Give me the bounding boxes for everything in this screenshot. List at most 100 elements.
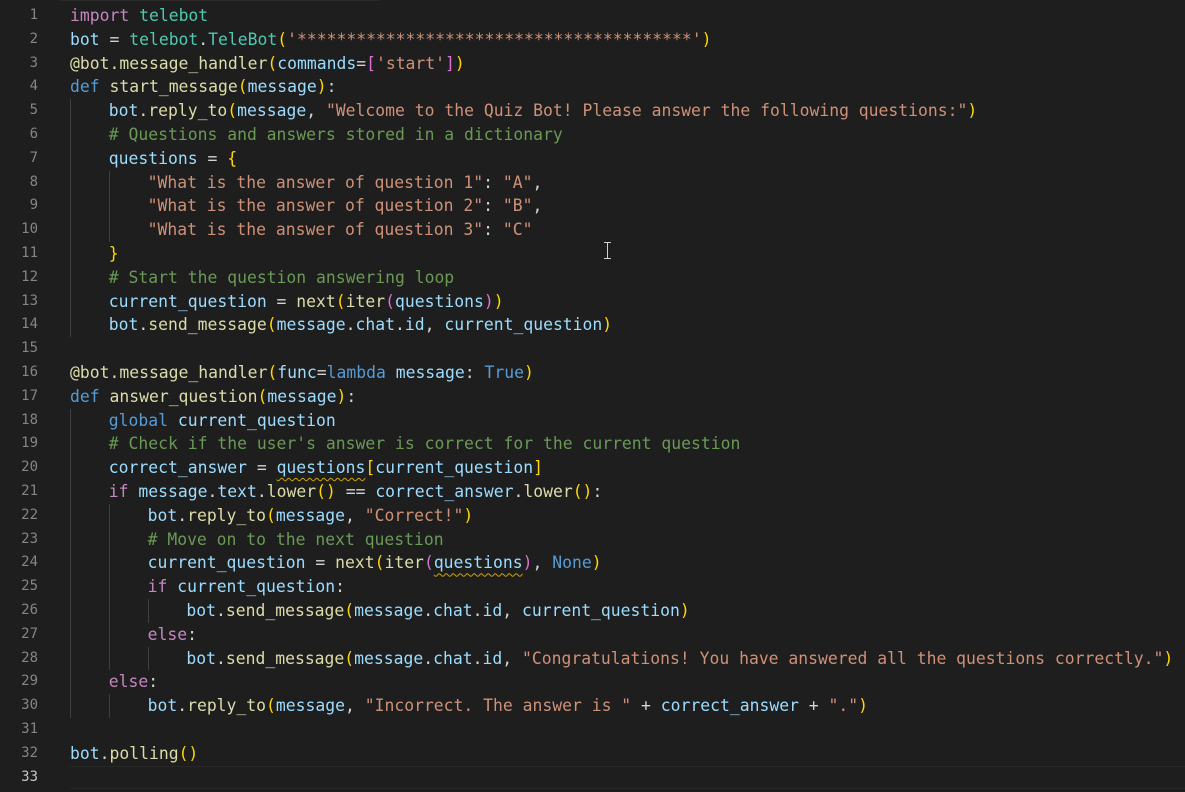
code-line[interactable]: 25 if current_question: — [0, 575, 1185, 599]
code-text[interactable]: # Move on to the next question — [148, 528, 444, 552]
code-text[interactable]: bot.send_message(message.chat.id, "Congr… — [186, 647, 1173, 671]
code-token: TeleBot — [208, 29, 278, 49]
code-line[interactable]: 6 # Questions and answers stored in a dic… — [0, 123, 1185, 147]
code-text[interactable]: @bot.message_handler(commands=['start']) — [70, 52, 465, 76]
indent-guide — [70, 218, 71, 242]
code-line[interactable]: 16 @bot.message_handler(func=lambda messa… — [0, 361, 1185, 385]
code-line[interactable]: 32 bot.polling() — [0, 742, 1185, 766]
code-line[interactable]: 2 bot = telebot.TeleBot('****************… — [0, 28, 1185, 52]
code-line[interactable]: 27 else: — [0, 622, 1185, 647]
code-line[interactable]: 7 questions = { — [0, 146, 1185, 171]
code-text[interactable]: bot.send_message(message.chat.id, curren… — [186, 599, 689, 623]
code-line[interactable]: 1 import telebot — [0, 4, 1185, 28]
code-token: , — [344, 505, 365, 525]
code-token: : — [148, 672, 159, 692]
code-token: ( — [266, 315, 277, 335]
code-line[interactable]: 3 @bot.message_handler(commands=['start']… — [0, 52, 1185, 76]
code-text[interactable]: # Start the question answering loop — [109, 266, 454, 290]
code-line[interactable]: 29 else: — [0, 670, 1185, 695]
code-token: ( — [266, 505, 276, 525]
code-line[interactable]: 14 bot.send_message(message.chat.id, curr… — [0, 313, 1185, 338]
code-line[interactable]: 30 bot.reply_to(message, "Incorrect. The … — [0, 694, 1185, 718]
code-line[interactable]: 26 bot.send_message(message.chat.id, curr… — [0, 599, 1185, 623]
code-line[interactable]: 4 def start_message(message): — [0, 75, 1185, 99]
code-text[interactable]: @bot.message_handler(func=lambda message… — [70, 361, 534, 385]
code-line[interactable]: 33 — [0, 765, 1185, 790]
code-text[interactable]: "What is the answer of question 1": "A", — [148, 171, 543, 195]
code-text[interactable]: "What is the answer of question 3": "C" — [148, 218, 533, 242]
code-text[interactable]: # Questions and answers stored in a dict… — [109, 123, 563, 147]
code-line[interactable]: 21 if message.text.lower() == correct_ans… — [0, 480, 1185, 504]
code-token: . — [256, 482, 267, 501]
code-token: '***************************************… — [287, 29, 702, 49]
code-token: ( — [267, 53, 278, 73]
code-line[interactable]: 10 "What is the answer of question 3": "C… — [0, 218, 1185, 242]
code-line[interactable]: 31 — [0, 718, 1185, 742]
code-line[interactable]: 8 "What is the answer of question 1": "A"… — [0, 170, 1185, 195]
code-line[interactable]: 18 global current_question — [0, 408, 1185, 433]
code-line[interactable]: 15 — [0, 337, 1185, 361]
code-text[interactable]: bot.send_message(message.chat.id, curren… — [109, 313, 612, 337]
code-line[interactable]: 22 bot.reply_to(message, "Correct!") — [0, 503, 1185, 528]
code-text[interactable]: current_question = next(iter(questions),… — [148, 551, 602, 575]
code-line[interactable]: 9 "What is the answer of question 2": "B"… — [0, 194, 1185, 219]
code-token: next — [335, 553, 375, 573]
code-token: lower — [266, 482, 317, 501]
code-text[interactable]: current_question = next(iter(questions)) — [109, 290, 504, 314]
code-token: lambda — [326, 363, 386, 382]
line-number: 10 — [21, 221, 38, 238]
code-text[interactable]: bot.reply_to(message, "Correct!") — [148, 504, 474, 528]
code-text[interactable]: } — [109, 242, 119, 266]
indent-guide — [108, 622, 110, 647]
indent-guide — [70, 242, 71, 266]
code-token: iter — [345, 291, 386, 311]
code-text[interactable]: import telebot — [70, 4, 208, 28]
code-line[interactable]: 23 # Move on to the next question — [0, 527, 1185, 552]
code-line[interactable]: 20 correct_answer = questions[current_que… — [0, 456, 1185, 480]
code-text[interactable]: bot.polling() — [70, 742, 198, 766]
code-text[interactable]: # Check if the user's answer is correct … — [109, 432, 741, 456]
code-text[interactable]: bot = telebot.TeleBot('*****************… — [70, 28, 711, 52]
code-text[interactable]: correct_answer = questions[current_quest… — [109, 456, 543, 480]
code-token: ( — [374, 553, 385, 573]
ibeam-cursor-icon — [603, 241, 613, 259]
code-text[interactable]: bot.reply_to(message, "Welcome to the Qu… — [109, 99, 977, 123]
code-token: () — [316, 482, 336, 501]
code-line[interactable]: 12 # Start the question answering loop — [0, 265, 1185, 290]
code-line[interactable]: 13 current_question = next(iter(questions… — [0, 289, 1185, 314]
code-text[interactable]: else: — [148, 623, 197, 647]
code-token: ( — [344, 648, 355, 668]
code-token: + — [631, 696, 661, 716]
code-token: "What is the answer of question 2" — [147, 196, 484, 216]
code-token: ) — [336, 386, 347, 406]
code-token: questions — [108, 148, 198, 168]
code-token: = — [99, 29, 130, 49]
code-line[interactable]: 24 current_question = next(iter(questions… — [0, 551, 1185, 576]
code-token: ( — [385, 291, 396, 311]
code-editor[interactable]: 1 import telebot 2 bot = telebot.TeleBot('*… — [0, 0, 1185, 792]
code-token: ( — [267, 363, 278, 382]
line-number: 31 — [21, 721, 38, 737]
code-token: reply_to — [148, 101, 228, 121]
code-text[interactable]: if current_question: — [148, 575, 345, 599]
code-text[interactable]: if message.text.lower() == correct_answe… — [109, 480, 603, 504]
code-token: "Correct!" — [364, 505, 464, 525]
code-line[interactable]: 17 def answer_question(message): — [0, 385, 1185, 409]
code-line[interactable]: 19 # Check if the user's answer is correc… — [0, 432, 1185, 457]
code-text[interactable]: "What is the answer of question 2": "B", — [148, 194, 543, 218]
code-line[interactable]: 28 bot.send_message(message.chat.id, "Con… — [0, 646, 1185, 671]
code-text[interactable]: questions = { — [109, 147, 237, 171]
code-token: : — [464, 363, 485, 382]
code-text[interactable]: global current_question — [109, 409, 336, 433]
code-text[interactable]: def answer_question(message): — [70, 385, 356, 409]
code-token: . — [99, 743, 110, 763]
code-token: current_question — [177, 410, 336, 430]
code-text[interactable]: bot.reply_to(message, "Incorrect. The an… — [148, 694, 868, 718]
code-line[interactable]: 5 bot.reply_to(message, "Welcome to the Q… — [0, 99, 1185, 123]
code-line[interactable]: 11} — [0, 242, 1185, 266]
code-text[interactable]: def start_message(message): — [70, 75, 336, 99]
indent-guide — [108, 194, 110, 219]
code-text[interactable]: else: — [109, 670, 158, 694]
